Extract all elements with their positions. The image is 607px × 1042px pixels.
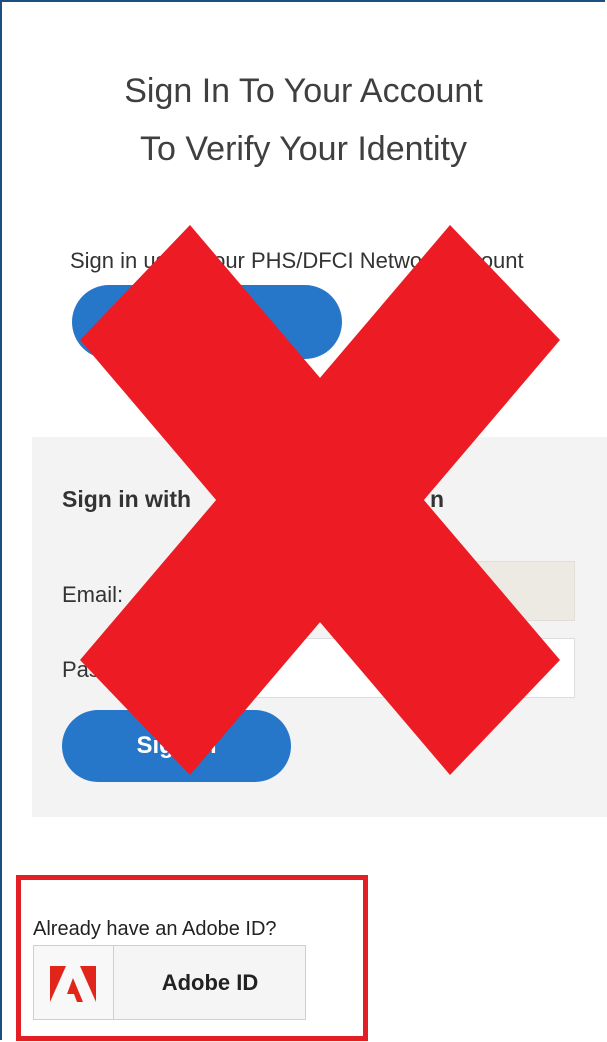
network-signin-button[interactable]	[72, 285, 342, 359]
password-field[interactable]	[180, 638, 575, 698]
adobe-id-label: Adobe ID	[161, 970, 259, 995]
password-label: Password:	[62, 657, 165, 682]
network-signin-prompt: Sign in using your PHS/DFCI Network acco…	[70, 248, 524, 273]
page-title: Sign In To Your Account To Verify Your I…	[0, 62, 607, 178]
title-line-1: Sign In To Your Account	[124, 72, 483, 110]
adobe-logo-cell	[34, 946, 114, 1019]
adobe-id-button[interactable]: Adobe ID	[33, 945, 306, 1020]
title-line-2: To Verify Your Identity	[140, 130, 467, 168]
adobe-id-question: Already have an Adobe ID?	[33, 918, 277, 940]
email-field[interactable]	[180, 561, 575, 621]
email-label: Email:	[62, 582, 124, 607]
sign-in-button[interactable]: Sign in	[62, 710, 291, 782]
email-signin-heading-tail: n	[430, 486, 445, 512]
email-signin-heading: Sign in with	[62, 486, 192, 512]
adobe-logo-icon	[50, 966, 96, 1002]
